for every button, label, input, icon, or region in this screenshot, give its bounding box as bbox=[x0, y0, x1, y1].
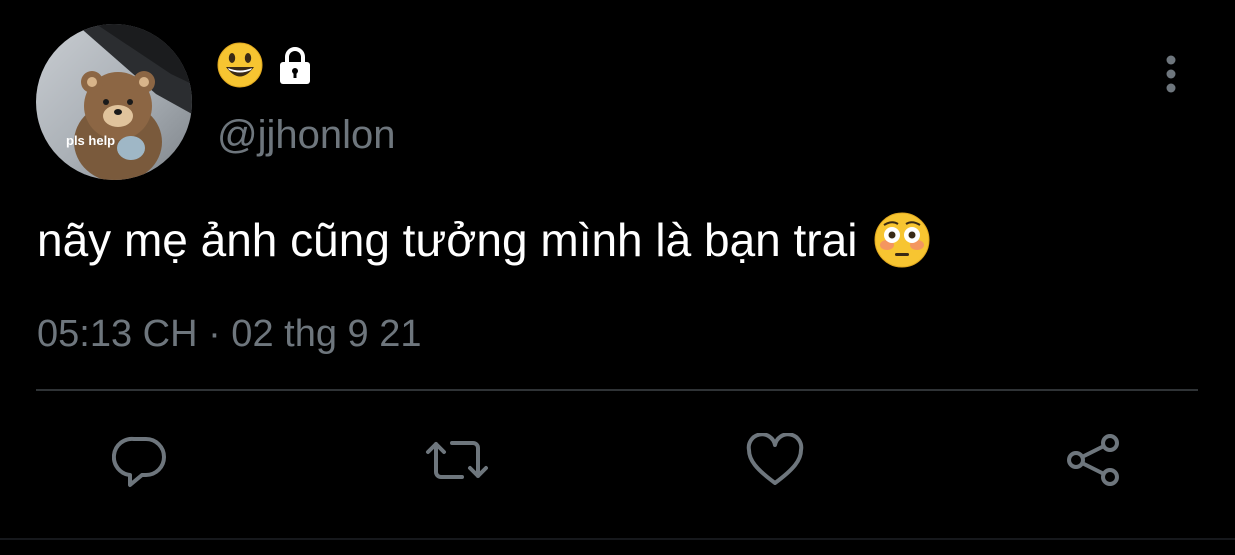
reply-button[interactable] bbox=[111, 433, 169, 491]
grinning-face-emoji bbox=[217, 42, 263, 93]
divider bbox=[36, 389, 1198, 391]
bottom-divider bbox=[0, 538, 1235, 540]
tweet-timestamp[interactable]: 05:13 CH · 02 thg 9 21 bbox=[37, 311, 421, 357]
tweet-text: nãy mẹ ảnh cũng tưởng mình là bạn trai bbox=[37, 214, 858, 266]
avatar[interactable]: pls help bbox=[36, 24, 192, 180]
like-icon bbox=[746, 431, 804, 492]
lock-icon bbox=[275, 45, 315, 90]
retweet-icon bbox=[424, 432, 490, 493]
reply-icon bbox=[111, 432, 168, 493]
display-name[interactable] bbox=[217, 42, 315, 93]
share-icon bbox=[1064, 431, 1122, 494]
user-handle[interactable]: @jjhonlon bbox=[217, 111, 396, 159]
like-button[interactable] bbox=[746, 431, 804, 492]
share-button[interactable] bbox=[1064, 433, 1122, 491]
avatar-photo bbox=[36, 24, 192, 180]
tweet-body: nãy mẹ ảnh cũng tưởng mình là bạn trai bbox=[37, 210, 931, 270]
retweet-button[interactable] bbox=[426, 433, 488, 491]
flushed-face-emoji bbox=[873, 211, 931, 269]
more-vertical-icon[interactable] bbox=[1152, 54, 1190, 94]
avatar-caption: pls help bbox=[66, 133, 116, 148]
